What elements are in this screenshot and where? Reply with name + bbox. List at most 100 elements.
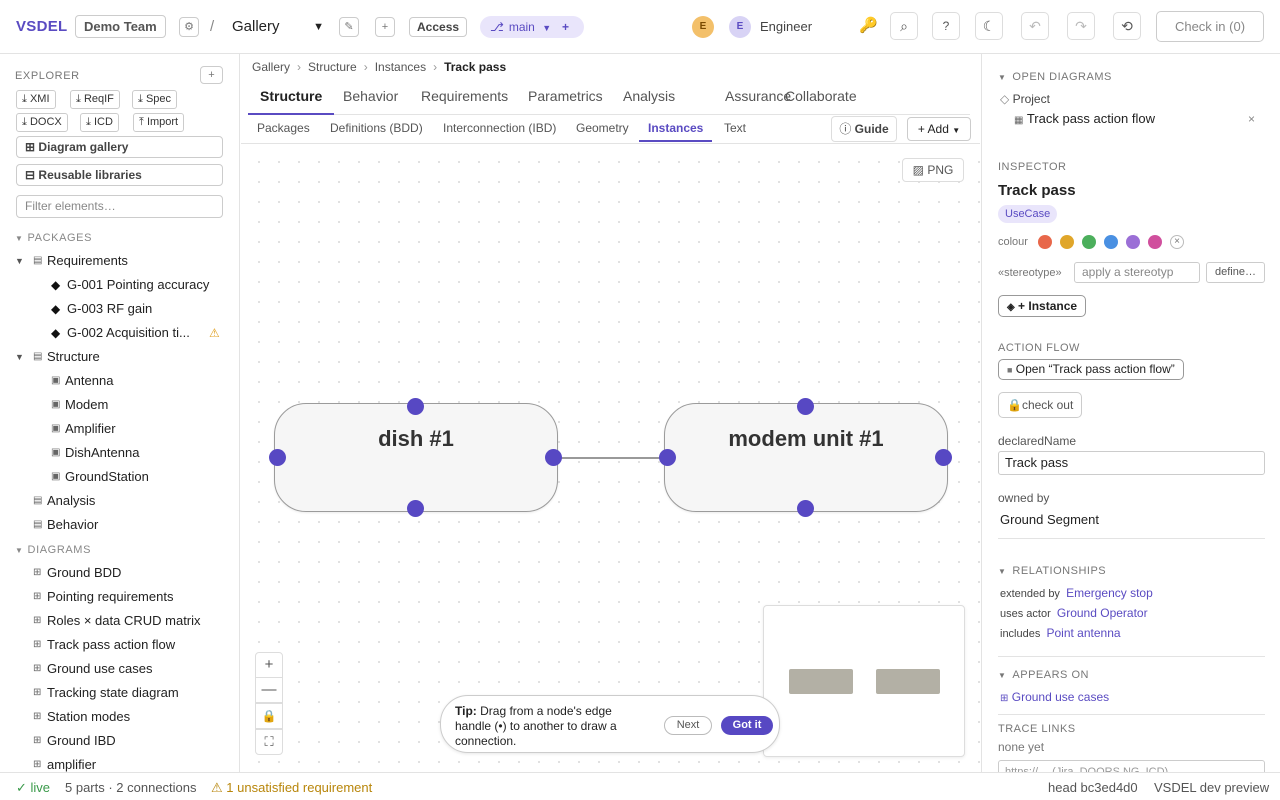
export-spec-button[interactable]: ⤓ Spec — [132, 90, 178, 109]
relationships-header[interactable]: ▼ RELATIONSHIPS — [998, 565, 1106, 577]
edge-handle[interactable] — [659, 449, 676, 466]
define-stereotype-button[interactable]: define… — [1206, 262, 1265, 283]
tree-item-dishantenna[interactable]: ▣ DishAntenna — [0, 441, 239, 465]
user-role[interactable]: Engineer — [760, 19, 812, 34]
tree-item-analysis[interactable]: ▤ Analysis — [0, 489, 239, 513]
open-diagrams-header[interactable]: ▼ OPEN DIAGRAMS — [998, 71, 1112, 83]
colour-swatch[interactable] — [1104, 235, 1118, 249]
tree-item-modem[interactable]: ▣ Modem — [0, 393, 239, 417]
app-logo[interactable]: VSDEL — [16, 18, 68, 35]
branch-selector[interactable]: ⎇ main ▼ + — [480, 16, 584, 38]
breadcrumb-item[interactable]: Structure — [308, 60, 357, 74]
access-button[interactable]: Access — [409, 17, 468, 37]
tree-item-structure[interactable]: ▼ ▤ Structure — [0, 345, 239, 369]
diagram-item[interactable]: ⊞ Station modes — [0, 705, 239, 729]
import-button[interactable]: ⤒ Import — [133, 113, 185, 132]
tab-analysis[interactable]: Analysis — [611, 80, 687, 115]
team-settings-gear-icon[interactable]: ⚙ — [179, 17, 199, 37]
zoom-in-icon[interactable]: + — [255, 652, 283, 678]
open-action-flow-button[interactable]: ■ Open “Track pass action flow” — [998, 359, 1184, 380]
relationship-target-link[interactable]: Ground Operator — [1057, 606, 1148, 620]
project-select[interactable]: Gallery ▼ — [226, 14, 328, 40]
breadcrumb-item[interactable]: Instances — [375, 60, 426, 74]
tree-item-antenna[interactable]: ▣ Antenna — [0, 369, 239, 393]
subtab-instances[interactable]: Instances — [639, 115, 713, 142]
subtab-packages[interactable]: Packages — [248, 115, 319, 142]
add-element-plus-icon[interactable]: + — [200, 66, 223, 84]
open-diagram-item[interactable]: ▦ Track pass action flow — [1014, 111, 1155, 126]
avatar[interactable]: E — [729, 16, 751, 38]
export-reqif-button[interactable]: ⤓ ReqIF — [70, 90, 120, 109]
subtab-text[interactable]: Text — [715, 115, 755, 142]
redo-icon[interactable]: ↷ — [1067, 12, 1095, 40]
key-icon[interactable]: 🔑 — [859, 16, 878, 34]
subtab-definitions-bdd[interactable]: Definitions (BDD) — [321, 115, 432, 142]
tree-item-requirements[interactable]: ▼ ▤ Requirements — [0, 249, 239, 273]
tab-requirements[interactable]: Requirements — [409, 80, 520, 115]
subtab-interconnection-ibd[interactable]: Interconnection (IBD) — [434, 115, 565, 142]
colour-swatch[interactable] — [1148, 235, 1162, 249]
connection-edge[interactable] — [559, 457, 665, 459]
edge-handle[interactable] — [269, 449, 286, 466]
tab-parametrics[interactable]: Parametrics — [516, 80, 615, 115]
diagram-item[interactable]: ⊞ Tracking state diagram — [0, 681, 239, 705]
requirement-warning[interactable]: ⚠ 1 unsatisfied requirement — [211, 780, 372, 796]
diagrams-header[interactable]: ▼ DIAGRAMS — [15, 544, 91, 556]
clear-colour-icon[interactable]: × — [1170, 235, 1184, 249]
diagram-item[interactable]: ⊞ amplifier — [0, 753, 239, 772]
tab-collaborate[interactable]: Collaborate — [773, 80, 869, 115]
new-branch-plus-icon[interactable]: + — [562, 16, 569, 38]
export-docx-button[interactable]: ⤓ DOCX — [16, 113, 68, 132]
minimap[interactable] — [763, 605, 965, 757]
moon-icon[interactable]: ☾ — [975, 12, 1003, 40]
lock-icon[interactable]: 🔒 — [255, 703, 283, 729]
owned-by-value[interactable]: Ground Segment — [1000, 512, 1099, 527]
reusable-libraries-button[interactable]: ⊟ Reusable libraries — [16, 164, 223, 186]
colour-swatch[interactable] — [1082, 235, 1096, 249]
relationship-target-link[interactable]: Emergency stop — [1066, 586, 1153, 600]
tree-item-amplifier[interactable]: ▣ Amplifier — [0, 417, 239, 441]
tree-item-g002[interactable]: ◆ G-002 Acquisition ti... ⚠ — [0, 321, 239, 345]
diagram-item[interactable]: ⊞ Ground BDD — [0, 561, 239, 585]
team-button[interactable]: Demo Team — [75, 15, 166, 38]
instance-node[interactable]: dish #1 — [269, 398, 562, 517]
relationship-target-link[interactable]: Point antenna — [1046, 626, 1120, 640]
stereotype-input[interactable]: apply a stereotyp — [1074, 262, 1200, 283]
diagram-item[interactable]: ⊞ Track pass action flow — [0, 633, 239, 657]
search-icon[interactable]: ⌕ — [890, 12, 918, 40]
edge-handle[interactable] — [797, 398, 814, 415]
colour-swatch[interactable] — [1060, 235, 1074, 249]
edge-handle[interactable] — [407, 398, 424, 415]
check-out-button[interactable]: 🔒check out — [998, 392, 1083, 418]
chevron-down-icon[interactable]: ▼ — [15, 249, 24, 273]
check-in-button[interactable]: Check in (0) — [1156, 11, 1264, 42]
rename-pencil-icon[interactable]: ✎ — [339, 17, 359, 37]
undo-icon[interactable]: ↶ — [1021, 12, 1049, 40]
trace-link-input[interactable]: https://… (Jira, DOORS NG, ICD) — [998, 760, 1265, 772]
edge-handle[interactable] — [935, 449, 952, 466]
edge-handle[interactable] — [407, 500, 424, 517]
add-instance-button[interactable]: ◈ + Instance — [998, 295, 1087, 317]
tip-got-it-button[interactable]: Got it — [721, 716, 773, 735]
tree-item-behavior[interactable]: ▤ Behavior — [0, 513, 239, 537]
edge-handle[interactable] — [545, 449, 562, 466]
tree-item-groundstation[interactable]: ▣ GroundStation — [0, 465, 239, 489]
diagram-item[interactable]: ⊞ Roles × data CRUD matrix — [0, 609, 239, 633]
avatar[interactable]: E — [692, 16, 714, 38]
tab-behavior[interactable]: Behavior — [331, 80, 410, 115]
subtab-geometry[interactable]: Geometry — [567, 115, 638, 142]
appears-on-header[interactable]: ▼ APPEARS ON — [998, 669, 1089, 681]
tree-item-g001[interactable]: ◆ G-001 Pointing accuracy — [0, 273, 239, 297]
packages-header[interactable]: ▼ PACKAGES — [15, 232, 92, 244]
open-project-item[interactable]: ◇ Project — [1000, 92, 1050, 106]
guide-button[interactable]: ⓘ Guide — [831, 116, 897, 142]
appears-on-item[interactable]: ⊞ Ground use cases — [1000, 690, 1109, 704]
breadcrumb-item[interactable]: Gallery — [252, 60, 290, 74]
chevron-down-icon[interactable]: ▼ — [15, 345, 24, 369]
diagram-gallery-button[interactable]: ⊞ Diagram gallery — [16, 136, 223, 158]
edge-handle[interactable] — [797, 500, 814, 517]
filter-input[interactable]: Filter elements… — [16, 195, 223, 218]
diagram-item[interactable]: ⊞ Pointing requirements — [0, 585, 239, 609]
tab-structure[interactable]: Structure — [248, 80, 335, 115]
history-icon[interactable]: ⟲ — [1113, 12, 1141, 40]
